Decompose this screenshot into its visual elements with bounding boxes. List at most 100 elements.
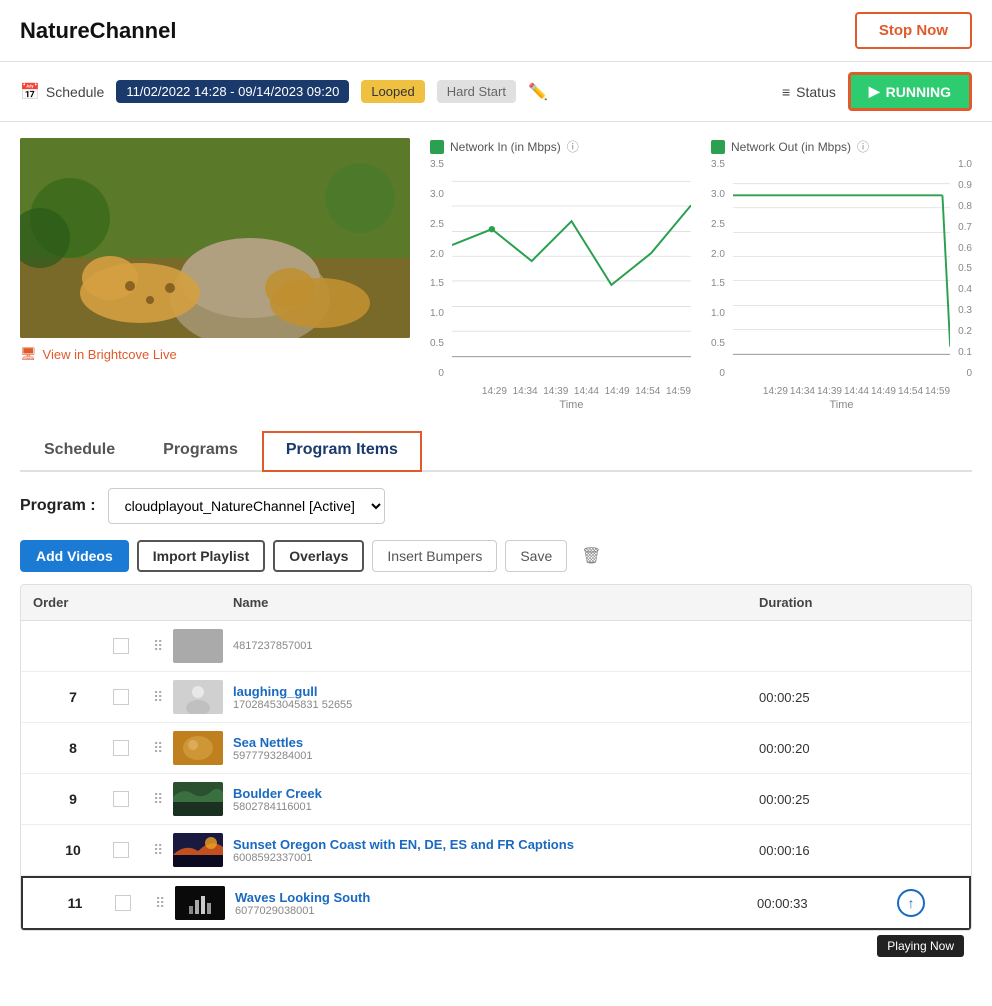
order-num: 11 <box>35 895 115 911</box>
video-preview <box>20 138 410 338</box>
chart-out-wrapper: 3.53.02.52.01.51.00.50 <box>711 159 972 411</box>
chart-in-y-axis: 3.53.02.52.01.51.00.50 <box>430 159 448 379</box>
video-thumbnail <box>173 629 223 663</box>
schedule-label: 📅 Schedule <box>20 82 104 102</box>
row-checkbox[interactable] <box>115 895 131 911</box>
item-info: Sunset Oregon Coast with EN, DE, ES and … <box>233 837 759 864</box>
add-videos-button[interactable]: Add Videos <box>20 540 129 572</box>
item-info: Waves Looking South 6077029038001 <box>235 890 757 917</box>
schedule-bar: 📅 Schedule 11/02/2022 14:28 - 09/14/2023… <box>0 62 992 122</box>
row-checkbox[interactable] <box>113 791 129 807</box>
table-header: Order Name Duration <box>21 585 971 621</box>
item-duration: 00:00:25 <box>759 690 899 705</box>
chart-in-svg-container: 14:2914:3414:3914:4414:4914:5414:59 Time <box>452 159 691 411</box>
item-info: laughing_gull 17028453045831 52655 <box>233 684 759 711</box>
item-id: 17028453045831 52655 <box>233 699 759 711</box>
layers-icon: ≡ <box>782 84 790 100</box>
drag-handle[interactable]: ⠿ <box>153 740 173 757</box>
chart-out-y-axis: 3.53.02.52.01.51.00.50 <box>711 159 729 379</box>
running-label: RUNNING <box>886 84 951 100</box>
header-check <box>113 595 153 610</box>
video-thumbnail <box>173 833 223 867</box>
view-brightcove-link[interactable]: 🖥 View in Brightcove Live <box>20 346 410 362</box>
program-label: Program : <box>20 497 96 515</box>
header: NatureChannel Stop Now <box>0 0 992 62</box>
drag-handle[interactable]: ⠿ <box>153 638 173 655</box>
app-title: NatureChannel <box>20 18 176 44</box>
network-out-title: Network Out (in Mbps) ⓘ <box>711 138 972 155</box>
item-duration: 00:00:16 <box>759 843 899 858</box>
row-checkbox[interactable] <box>113 740 129 756</box>
item-duration: 00:00:20 <box>759 741 899 756</box>
tab-program-items[interactable]: Program Items <box>262 431 422 472</box>
edit-icon[interactable]: ✏️ <box>528 82 548 102</box>
item-id: 5977793284001 <box>233 750 759 762</box>
overlays-button[interactable]: Overlays <box>273 540 364 572</box>
chart-out-y-axis-right: 1.00.90.80.70.60.50.40.30.20.10 <box>954 159 972 379</box>
item-duration: 00:00:33 <box>757 896 897 911</box>
action-col: ↑ <box>897 889 957 917</box>
item-name: Waves Looking South <box>235 890 757 905</box>
program-items-table: Order Name Duration ⠿ 4817237857001 7 <box>20 584 972 931</box>
hard-start-badge: Hard Start <box>437 80 516 103</box>
main-content: 🖥 View in Brightcove Live Network In (in… <box>0 122 992 973</box>
table-row: 7 ⠿ laughing_gull 17028453045831 52655 0… <box>21 672 971 723</box>
video-thumbnail <box>173 731 223 765</box>
header-drag <box>153 595 173 610</box>
info-icon-out: ⓘ <box>857 138 869 155</box>
header-order: Order <box>33 595 113 610</box>
item-duration: 00:00:25 <box>759 792 899 807</box>
looped-badge: Looped <box>361 80 424 103</box>
running-button[interactable]: ▶ RUNNING <box>848 72 972 111</box>
network-in-chart: Network In (in Mbps) ⓘ 3.53.02.52.01.51.… <box>430 138 691 411</box>
item-id: 6077029038001 <box>235 905 757 917</box>
item-info: 4817237857001 <box>233 640 759 652</box>
trash-icon[interactable]: 🗑 <box>575 540 607 572</box>
tab-programs[interactable]: Programs <box>139 431 262 472</box>
order-num: 9 <box>33 791 113 807</box>
row-checkbox[interactable] <box>113 689 129 705</box>
video-section: 🖥 View in Brightcove Live <box>20 138 410 362</box>
play-icon: ▶ <box>869 83 880 100</box>
item-info: Boulder Creek 5802784116001 <box>233 786 759 813</box>
video-thumbnail <box>175 886 225 920</box>
network-out-chart: Network Out (in Mbps) ⓘ 3.53.02.52.01.51… <box>711 138 972 411</box>
chart-out-svg <box>733 159 950 379</box>
drag-handle[interactable]: ⠿ <box>155 895 175 912</box>
network-in-color <box>430 140 444 154</box>
insert-bumpers-button[interactable]: Insert Bumpers <box>372 540 497 572</box>
drag-handle[interactable]: ⠿ <box>153 791 173 808</box>
table-row: ⠿ 4817237857001 <box>21 621 971 672</box>
row-checkbox[interactable] <box>113 842 129 858</box>
header-thumb <box>173 595 233 610</box>
media-row: 🖥 View in Brightcove Live Network In (in… <box>20 138 972 411</box>
tab-schedule[interactable]: Schedule <box>20 431 139 472</box>
chart-out-x-labels: 14:2914:3414:3914:4414:4914:5414:59 <box>733 386 950 397</box>
header-name: Name <box>233 595 759 610</box>
save-button[interactable]: Save <box>505 540 567 572</box>
playing-now-badge: Playing Now <box>877 935 964 957</box>
chart-out-svg-container: 14:2914:3414:3914:4414:4914:5414:59 Time <box>733 159 950 411</box>
drag-handle[interactable]: ⠿ <box>153 689 173 706</box>
header-duration: Duration <box>759 595 899 610</box>
chart-in-x-labels: 14:2914:3414:3914:4414:4914:5414:59 <box>452 386 691 397</box>
video-thumbnail <box>173 782 223 816</box>
calendar-icon: 📅 <box>20 82 40 102</box>
stop-now-button[interactable]: Stop Now <box>855 12 972 49</box>
drag-handle[interactable]: ⠿ <box>153 842 173 859</box>
header-actions <box>899 595 959 610</box>
chart-out-x-title: Time <box>733 399 950 411</box>
program-select[interactable]: cloudplayout_NatureChannel [Active] <box>108 488 385 524</box>
table-row: 9 ⠿ Boulder Creek 5802784116001 00:00:25 <box>21 774 971 825</box>
playing-now-container: Playing Now <box>20 935 972 957</box>
chart-in-x-title: Time <box>452 399 691 411</box>
tabs: Schedule Programs Program Items <box>20 431 972 472</box>
date-range[interactable]: 11/02/2022 14:28 - 09/14/2023 09:20 <box>116 80 349 103</box>
action-buttons: Add Videos Import Playlist Overlays Inse… <box>20 540 972 572</box>
table-row-playing: 11 ⠿ Waves Looking South 6077029038001 0… <box>21 876 971 930</box>
import-playlist-button[interactable]: Import Playlist <box>137 540 265 572</box>
row-checkbox[interactable] <box>113 638 129 654</box>
item-name: Boulder Creek <box>233 786 759 801</box>
move-up-button[interactable]: ↑ <box>897 889 925 917</box>
item-name: Sea Nettles <box>233 735 759 750</box>
